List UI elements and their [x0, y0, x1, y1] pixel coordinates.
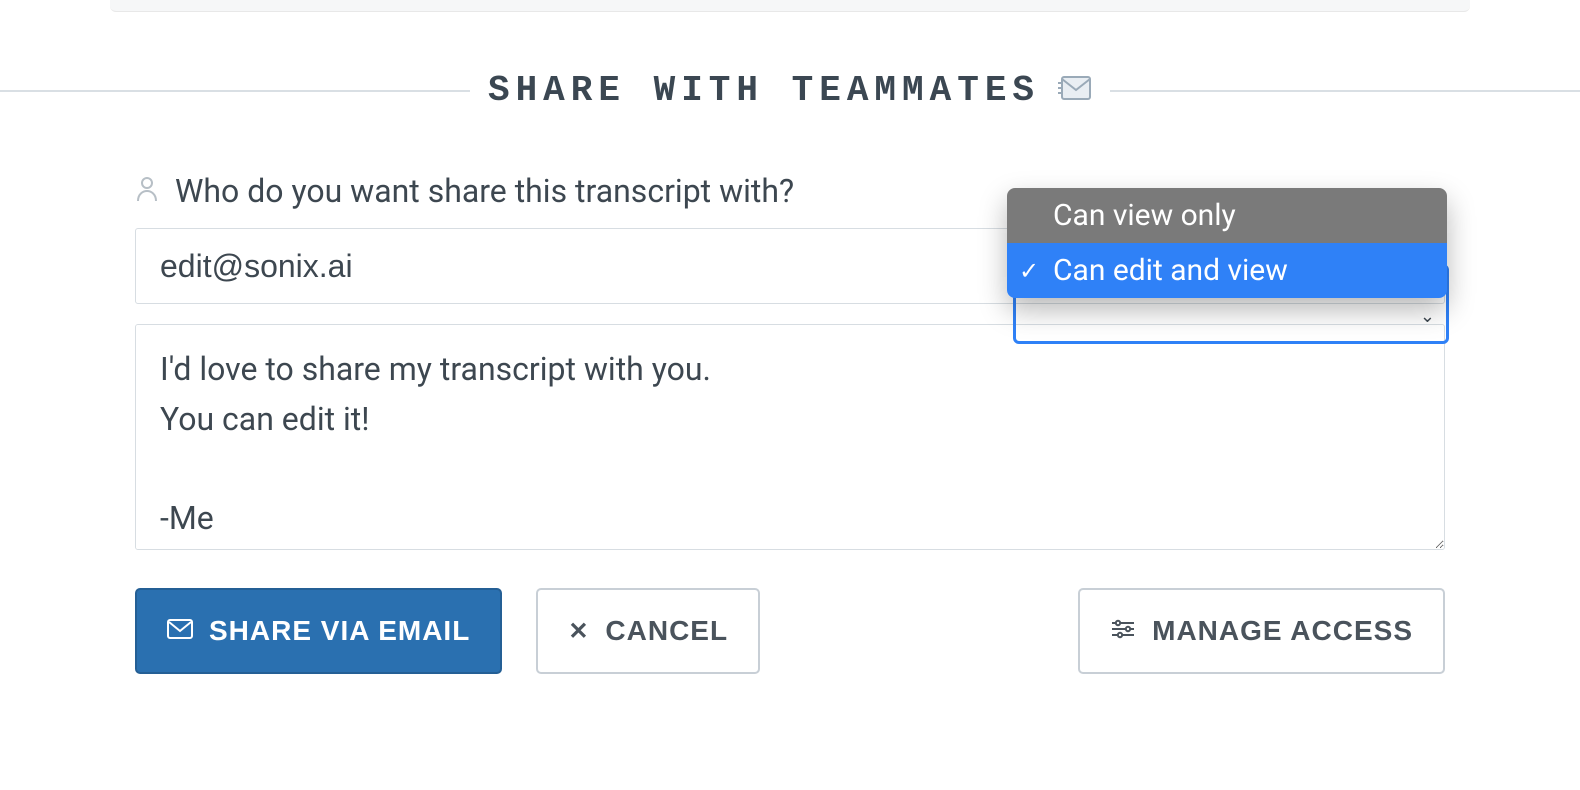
cancel-button[interactable]: ✕ CANCEL — [536, 588, 760, 674]
cancel-button-label: CANCEL — [605, 615, 728, 647]
heading-title: SHARE WITH TEAMMATES — [488, 70, 1040, 111]
manage-access-button[interactable]: MANAGE ACCESS — [1078, 588, 1445, 674]
envelope-outline-icon — [167, 615, 193, 647]
envelope-icon — [1058, 74, 1092, 109]
message-textarea[interactable] — [135, 324, 1445, 550]
card-top-edge — [110, 0, 1470, 12]
check-icon: ✓ — [1019, 257, 1039, 285]
permission-dropdown[interactable]: Can view only ✓ Can edit and view — [1007, 188, 1447, 298]
recipient-input-row: ⌄ Can view only ✓ Can edit and view — [135, 228, 1445, 304]
permission-option-label: Can view only — [1053, 198, 1236, 233]
permission-option-view-only[interactable]: Can view only — [1007, 188, 1447, 243]
share-button-label: SHARE VIA EMAIL — [209, 615, 470, 647]
divider-right — [1110, 90, 1580, 92]
share-form: Who do you want share this transcript wi… — [135, 172, 1445, 674]
action-buttons: SHARE VIA EMAIL ✕ CANCEL MANAGE ACCESS — [135, 588, 1445, 674]
person-icon — [135, 175, 159, 207]
permission-option-edit-and-view[interactable]: ✓ Can edit and view — [1007, 243, 1447, 298]
sliders-icon — [1110, 615, 1136, 647]
section-heading: SHARE WITH TEAMMATES — [0, 70, 1580, 111]
recipient-label: Who do you want share this transcript wi… — [175, 172, 794, 210]
share-via-email-button[interactable]: SHARE VIA EMAIL — [135, 588, 502, 674]
permission-option-label: Can edit and view — [1053, 253, 1288, 288]
close-icon: ✕ — [568, 617, 589, 646]
divider-left — [0, 90, 470, 92]
manage-access-label: MANAGE ACCESS — [1152, 615, 1413, 647]
